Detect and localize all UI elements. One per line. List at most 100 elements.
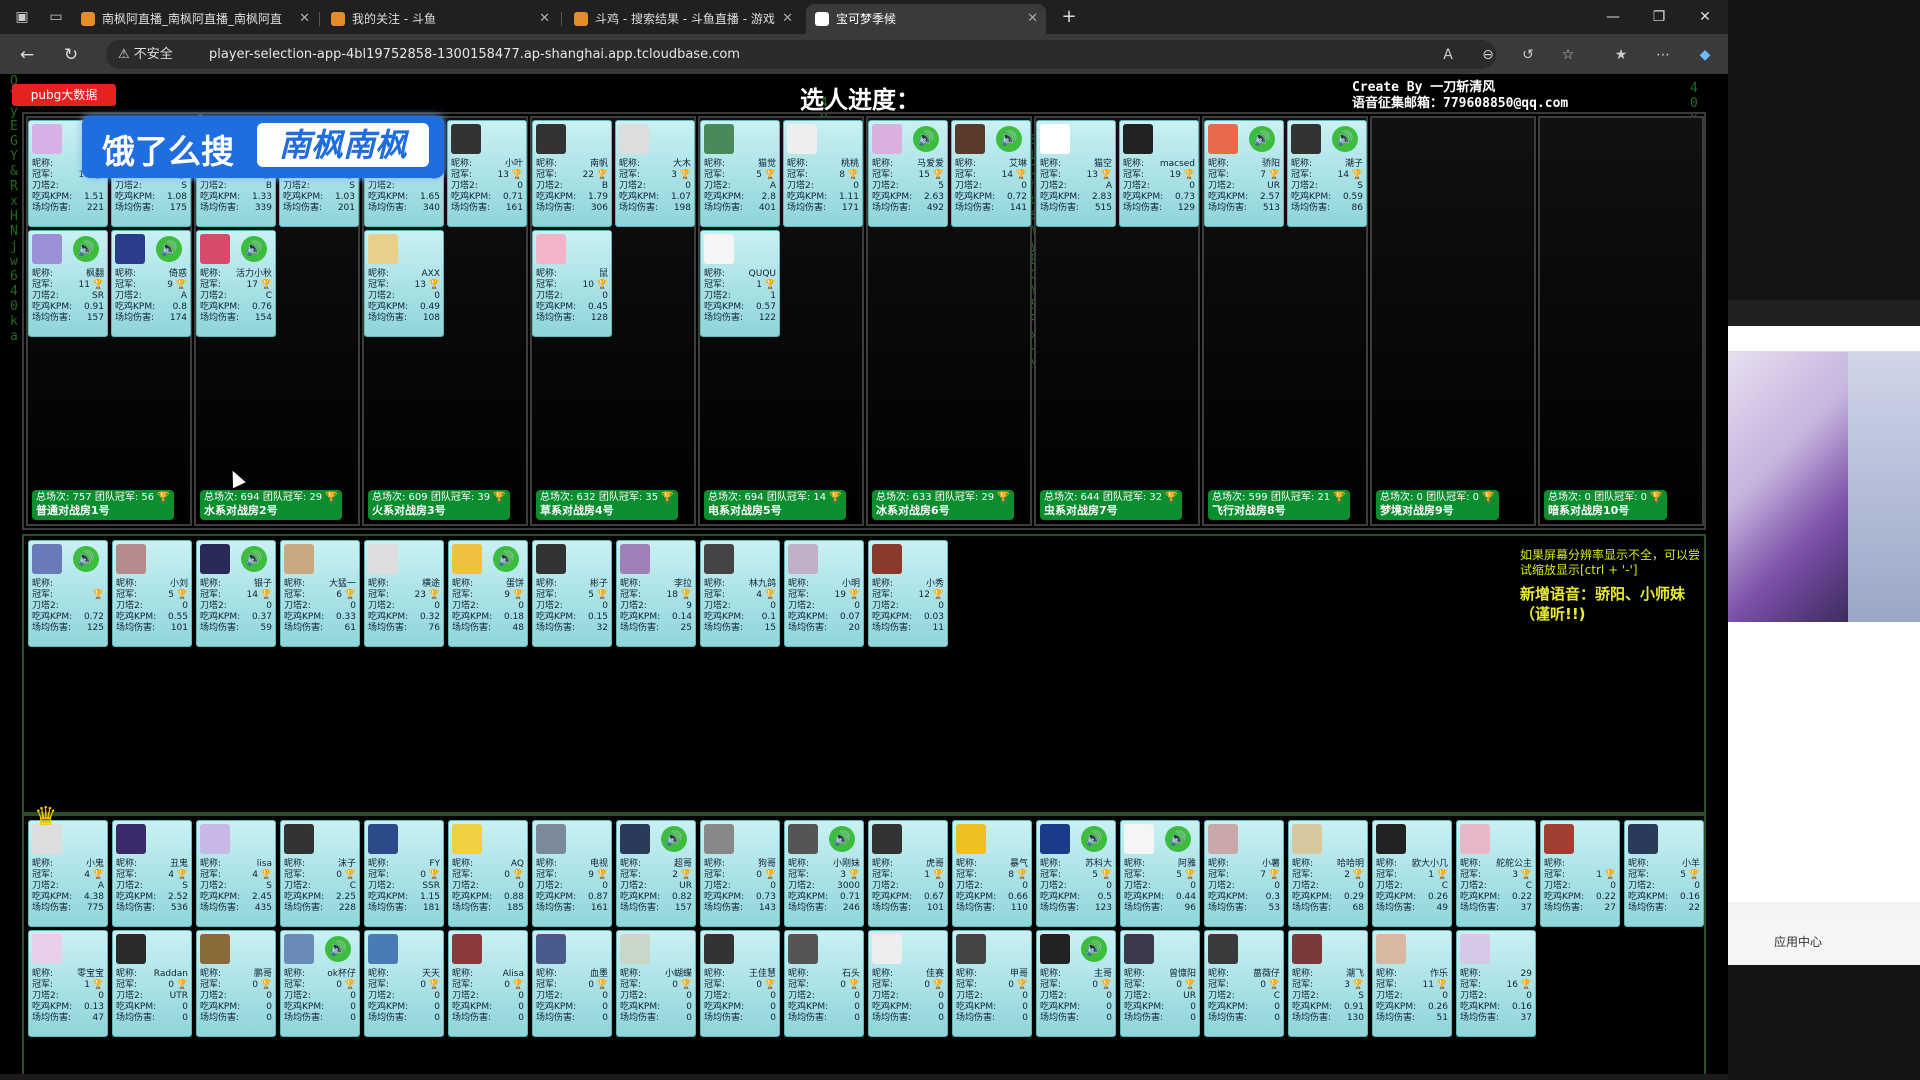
- player-card[interactable]: 昵称: 鼠冠军: 10 🏆 刀塔2: 0 吃鸡KPM: 0.45 场均伤害: 128: [532, 230, 612, 337]
- tab-1[interactable]: 南枫阿直播_南枫阿直播_南枫阿直 ✕: [72, 4, 318, 34]
- player-card[interactable]: 昵称: 血墨 冠军: 0 🏆 刀塔2: 0 吃鸡KPM: 0 场均伤害: 0: [532, 930, 612, 1037]
- player-card[interactable]: 昵称: 小羊 冠军: 5 🏆 刀塔2: 0 吃鸡KPM: 0.16 场均伤害: 22: [1624, 820, 1704, 927]
- player-card[interactable]: 昵称: Alisa 冠军: 0 🏆 刀塔2: 0 吃鸡KPM: 0 场均伤害: 0: [448, 930, 528, 1037]
- speaker-icon[interactable]: 🔊: [661, 826, 687, 852]
- player-card[interactable]: 🔊 昵称: 银子 冠军: 14 🏆 刀塔2: 0 吃鸡KPM: 0.37 场均伤害: 59: [196, 540, 276, 647]
- close-tab-icon[interactable]: ✕: [539, 4, 550, 34]
- player-card[interactable]: 昵称: 彬子 冠军: 5 🏆 刀塔2: 0 吃鸡KPM: 0.15 场均伤害: 32: [532, 540, 612, 647]
- player-card[interactable]: 🔊 昵称: 骄阳 冠军: 7 🏆 刀塔2: UR 吃鸡KPM: 2.57 场均伤害: 513: [1204, 120, 1284, 227]
- speaker-icon[interactable]: 🔊: [829, 826, 855, 852]
- player-card[interactable]: 昵称: 欧大小几 冠军: 1 🏆 刀塔2: C 吃鸡KPM: 0.26 场均伤害: 49: [1372, 820, 1452, 927]
- player-card[interactable]: 🔊 昵称: 苏科大 冠军: 5 🏆 刀塔2: 0 吃鸡KPM: 0.5 场均伤害: 123: [1036, 820, 1116, 927]
- player-card[interactable]: 🔊 昵称: 阿雅 冠军: 5 🏆 刀塔2: 0 吃鸡KPM: 0.44 场均伤害: 96: [1120, 820, 1200, 927]
- url-box[interactable]: ⚠ 不安全 player-selection-app-4bl19752858-1…: [106, 40, 1496, 69]
- player-card[interactable]: 昵称: 甲哥 冠军: 0 🏆 刀塔2: 0 吃鸡KPM: 0 场均伤害: 0: [952, 930, 1032, 1037]
- speaker-icon[interactable]: 🔊: [241, 236, 267, 262]
- speaker-icon[interactable]: 🔊: [1332, 126, 1358, 152]
- speaker-icon[interactable]: 🔊: [996, 126, 1022, 152]
- speaker-icon[interactable]: 🔊: [73, 546, 99, 572]
- player-card[interactable]: 昵称: 电视 冠军: 9 🏆 刀塔2: 0 吃鸡KPM: 0.87 场均伤害: 161: [532, 820, 612, 927]
- player-card[interactable]: 🔊 昵称: 蛋饼 冠军: 9 🏆 刀塔2: 0 吃鸡KPM: 0.18 场均伤害: 48: [448, 540, 528, 647]
- player-card[interactable]: 昵称: 蔷薇仔 冠军: 0 🏆 刀塔2: C 吃鸡KPM: 0 场均伤害: 0: [1204, 930, 1284, 1037]
- speaker-icon[interactable]: 🔊: [325, 936, 351, 962]
- minimize-button[interactable]: —: [1590, 0, 1636, 34]
- player-card[interactable]: 昵称: 曾慷阳 冠军: 0 🏆 刀塔2: UR 吃鸡KPM: 0 场均伤害: 0: [1120, 930, 1200, 1037]
- speaker-icon[interactable]: 🔊: [241, 546, 267, 572]
- speaker-icon[interactable]: 🔊: [1081, 826, 1107, 852]
- tab-2[interactable]: 我的关注 - 斗鱼 ✕: [322, 4, 558, 34]
- player-card[interactable]: 昵称: 作乐 冠军: 11 🏆 刀塔2: 0 吃鸡KPM: 0.26 场均伤害: 51: [1372, 930, 1452, 1037]
- speaker-icon[interactable]: 🔊: [1249, 126, 1275, 152]
- player-card[interactable]: 昵称: 沫子 冠军: 0 🏆 刀塔2: C 吃鸡KPM: 2.25 场均伤害: 228: [280, 820, 360, 927]
- speaker-icon[interactable]: 🔊: [73, 236, 99, 262]
- player-card[interactable]: 昵称: 小秀 冠军: 12 🏆 刀塔2: 0 吃鸡KPM: 0.03 场均伤害: 11: [868, 540, 948, 647]
- player-card[interactable]: 🔊 昵称: 小刚妹 冠军: 3 🏆 刀塔2: 3000 吃鸡KPM: 0.71 场均伤害: 246: [784, 820, 864, 927]
- speaker-icon[interactable]: 🔊: [156, 236, 182, 262]
- player-card[interactable]: 🔊 昵称: 冠军: 🏆 刀塔2: 吃鸡KPM: 0.72 场均伤害: 125: [28, 540, 108, 647]
- tab-actions-icon[interactable]: ▭: [46, 7, 66, 27]
- player-card[interactable]: 昵称: 猫空 冠军: 13 🏆 刀塔2: A 吃鸡KPM: 2.83 场均伤害: 515: [1036, 120, 1116, 227]
- player-card[interactable]: 🔊 昵称: 马爱爱 冠军: 15 🏆 刀塔2: 5 吃鸡KPM: 2.63 场均伤害: 492: [868, 120, 948, 227]
- player-card[interactable]: 昵称: QUQU 冠军: 1 🏆 刀塔2: 1 吃鸡KPM: 0.57 场均伤害: 122: [700, 230, 780, 337]
- pubg-data-button[interactable]: pubg大数据: [12, 84, 116, 106]
- new-tab-button[interactable]: +: [1057, 6, 1081, 30]
- player-card[interactable]: 昵称: 舵舵公主 冠军: 3 🏆 刀塔2: C 吃鸡KPM: 0.22 场均伤害: 37: [1456, 820, 1536, 927]
- workspace-icon[interactable]: ▣: [12, 7, 32, 27]
- player-card[interactable]: 昵称: 猫觉 冠军: 5 🏆 刀塔2: A 吃鸡KPM: 2.8 场均伤害: 401: [700, 120, 780, 227]
- player-card[interactable]: 昵称: 29 冠军: 16 🏆 刀塔2: 0 吃鸡KPM: 0.16 场均伤害: 37: [1456, 930, 1536, 1037]
- close-tab-icon[interactable]: ✕: [299, 4, 310, 34]
- favorite-star-icon[interactable]: ☆: [1555, 42, 1581, 68]
- close-tab-icon[interactable]: ✕: [782, 4, 793, 34]
- read-aloud-icon[interactable]: A: [1435, 42, 1461, 68]
- player-card[interactable]: 昵称: 鹏哥 冠军: 0 🏆 刀塔2: 0 吃鸡KPM: 0 场均伤害: 0: [196, 930, 276, 1037]
- player-card[interactable]: 昵称: 哈哈明 冠军: 2 🏆 刀塔2: 0 吃鸡KPM: 0.29 场均伤害: 68: [1288, 820, 1368, 927]
- player-card[interactable]: 昵称: 石头 冠军: 0 🏆 刀塔2: 0 吃鸡KPM: 0 场均伤害: 0: [784, 930, 864, 1037]
- more-menu-icon[interactable]: ⋯: [1650, 42, 1676, 68]
- close-tab-icon[interactable]: ✕: [1027, 4, 1038, 34]
- player-card[interactable]: 昵称: 小蝴蝶 冠军: 0 🏆 刀塔2: 0 吃鸡KPM: 0 场均伤害: 0: [616, 930, 696, 1037]
- speaker-icon[interactable]: 🔊: [1165, 826, 1191, 852]
- player-card[interactable]: 昵称: 潮飞 冠军: 3 🏆 刀塔2: S 吃鸡KPM: 0.91 场均伤害: 130: [1288, 930, 1368, 1037]
- player-card[interactable]: 昵称: 王佳慧 冠军: 0 🏆 刀塔2: 0 吃鸡KPM: 0 场均伤害: 0: [700, 930, 780, 1037]
- app-center-label[interactable]: 应用中心: [1728, 920, 1920, 964]
- player-card[interactable]: 昵称: 小刘 冠军: 5 🏆 刀塔2: 0 吃鸡KPM: 0.55 场均伤害: 101: [112, 540, 192, 647]
- player-card[interactable]: 昵称: 桃桃 冠军: 8 🏆 刀塔2: 0 吃鸡KPM: 1.11 场均伤害: 171: [783, 120, 863, 227]
- player-card[interactable]: 昵称: 丑鬼 冠军: 4 🏆 刀塔2: S 吃鸡KPM: 2.52 场均伤害: 536: [112, 820, 192, 927]
- player-card[interactable]: 🔊 昵称: 倚惑 冠军: 9 🏆 刀塔2: A 吃鸡KPM: 0.8 场均伤害: 174: [111, 230, 191, 337]
- url-text[interactable]: player-selection-app-4bl19752858-1300158…: [209, 40, 740, 69]
- player-card[interactable]: 昵称: Raddan 冠军: 0 🏆 刀塔2: UTR 吃鸡KPM: 0 场均伤害: 0: [112, 930, 192, 1037]
- player-card[interactable]: 昵称: 大木 冠军: 3 🏆 刀塔2: 0 吃鸡KPM: 1.07 场均伤害: 198: [615, 120, 695, 227]
- player-card[interactable]: 昵称: lisa 冠军: 4 🏆 刀塔2: S 吃鸡KPM: 2.45 场均伤害: 435: [196, 820, 276, 927]
- player-card[interactable]: 🔊 昵称: 主哥 冠军: 0 🏆 刀塔2: 0 吃鸡KPM: 0 场均伤害: 0: [1036, 930, 1116, 1037]
- player-card[interactable]: 🔊 昵称: 艾琳 冠军: 14 🏆 刀塔2: 0 吃鸡KPM: 0.72 场均伤害: 141: [951, 120, 1031, 227]
- zoom-icon[interactable]: ⊖: [1475, 42, 1501, 68]
- player-card[interactable]: 昵称: 虎哥 冠军: 1 🏆 刀塔2: 0 吃鸡KPM: 0.67 场均伤害: 101: [868, 820, 948, 927]
- tab-3[interactable]: 斗鸡 - 搜索结果 - 斗鱼直播 - 游戏 ✕: [565, 4, 801, 34]
- refresh-sync-icon[interactable]: ↺: [1515, 42, 1541, 68]
- speaker-icon[interactable]: 🔊: [913, 126, 939, 152]
- insecure-warning[interactable]: ⚠ 不安全: [118, 40, 173, 69]
- player-card[interactable]: 昵称: 小明 冠军: 19 🏆 刀塔2: 0 吃鸡KPM: 0.07 场均伤害: 20: [784, 540, 864, 647]
- player-card[interactable]: 昵称: 冠军: 1 🏆 刀塔2: 0 吃鸡KPM: 0.22 场均伤害: 27: [1540, 820, 1620, 927]
- player-card[interactable]: 昵称: 暴气 冠军: 8 🏆 刀塔2: 0 吃鸡KPM: 0.66 场均伤害: 110: [952, 820, 1032, 927]
- speaker-icon[interactable]: 🔊: [1081, 936, 1107, 962]
- player-card[interactable]: 昵称: 林九鸽 冠军: 4 🏆 刀塔2: 0 吃鸡KPM: 0.1 场均伤害: 15: [700, 540, 780, 647]
- player-card[interactable]: 昵称: AXX 冠军: 13 🏆 刀塔2: 0 吃鸡KPM: 0.49 场均伤害: 108: [364, 230, 444, 337]
- player-card[interactable]: 昵称: 天天 冠军: 0 🏆 刀塔2: 0 吃鸡KPM: 0 场均伤害: 0: [364, 930, 444, 1037]
- player-card[interactable]: 昵称: 小叶 冠军: 13 🏆 刀塔2: 0 吃鸡KPM: 0.71 场均伤害: 161: [447, 120, 527, 227]
- player-card[interactable]: 昵称: 狗哥 冠军: 0 🏆 刀塔2: 0 吃鸡KPM: 0.73 场均伤害: 143: [700, 820, 780, 927]
- player-card[interactable]: 🔊 昵称: 潮子 冠军: 14 🏆 刀塔2: S 吃鸡KPM: 0.59 场均伤害: 86: [1287, 120, 1367, 227]
- player-card[interactable]: 昵称: 大猛一 冠军: 6 🏆 刀塔2: 0 吃鸡KPM: 0.33 场均伤害: 61: [280, 540, 360, 647]
- player-card[interactable]: 昵称: 佳赛 冠军: 0 🏆 刀塔2: 0 吃鸡KPM: 0 场均伤害: 0: [868, 930, 948, 1037]
- reload-button[interactable]: ↻: [58, 42, 84, 68]
- player-card[interactable]: 昵称: 横途 冠军: 23 🏆 刀塔2: 0 吃鸡KPM: 0.32 场均伤害: 76: [364, 540, 444, 647]
- restore-button[interactable]: ❐: [1636, 0, 1682, 34]
- player-card[interactable]: 🔊 昵称: 超哥 冠军: 2 🏆 刀塔2: UR 吃鸡KPM: 0.82 场均伤害: 157: [616, 820, 696, 927]
- player-card[interactable]: 昵称: 小薯 冠军: 7 🏆 刀塔2: 0 吃鸡KPM: 0.3 场均伤害: 53: [1204, 820, 1284, 927]
- speaker-icon[interactable]: 🔊: [493, 546, 519, 572]
- tab-4-active[interactable]: 宝可梦季候 ✕: [806, 4, 1046, 34]
- player-card[interactable]: 🔊 昵称: ok杯仔 冠军: 0 🏆 刀塔2: 0 吃鸡KPM: 0 场均伤害: 0: [280, 930, 360, 1037]
- player-card[interactable]: 昵称: 小鬼 冠军: 4 🏆 刀塔2: A 吃鸡KPM: 4.38 场均伤害: 775: [28, 820, 108, 927]
- copilot-icon[interactable]: ◆: [1692, 42, 1718, 68]
- player-card[interactable]: 🔊 昵称: 活力小秋 冠军: 17 🏆 刀塔2: C 吃鸡KPM: 0.76 场均伤害: 154: [196, 230, 276, 337]
